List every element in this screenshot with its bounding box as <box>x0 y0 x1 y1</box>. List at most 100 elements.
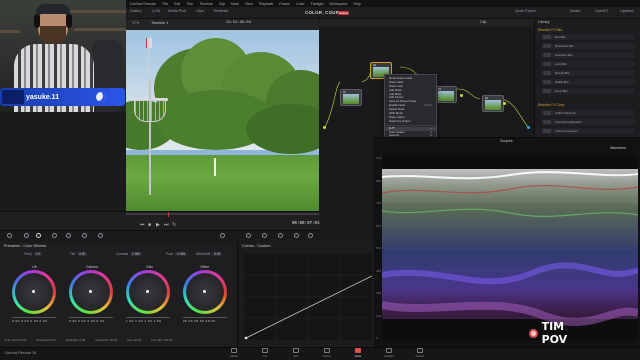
lift-master-slider[interactable] <box>12 317 56 318</box>
library-effect-item[interactable]: Directional Blur <box>541 43 635 49</box>
library-effect-item[interactable]: Color Compressor <box>541 128 635 134</box>
palette-tool-icon[interactable] <box>24 233 29 238</box>
viewer-zoom[interactable]: 37% <box>132 21 139 25</box>
stop-icon[interactable]: ■ <box>148 222 151 228</box>
context-menu-item[interactable]: Node Key Output <box>385 119 436 124</box>
palette-tool-icon[interactable] <box>52 233 57 238</box>
toolbar-timelines[interactable]: Timelines <box>213 9 228 13</box>
page-media[interactable]: Media <box>222 348 246 359</box>
scope-type-dropdown[interactable]: Waveform <box>610 146 626 150</box>
page-edit[interactable]: Edit <box>284 348 308 359</box>
play-icon[interactable]: ▶ <box>156 222 160 228</box>
param-lum-mix[interactable]: Lum Mix 100.00 <box>151 338 172 344</box>
gain-master-slider[interactable] <box>126 317 170 318</box>
library-effect-item[interactable]: ACES Transform <box>541 110 635 116</box>
menu-item[interactable]: Trim <box>186 2 193 6</box>
menu-item[interactable]: Help <box>353 2 360 6</box>
playhead[interactable] <box>168 212 169 217</box>
library-section-blur[interactable]: Resolve FX Blur <box>538 28 563 32</box>
gain-wheel-handle[interactable] <box>146 290 149 293</box>
color-wheels-tool-icon[interactable] <box>36 233 41 238</box>
page-fairlight[interactable]: Fairlight <box>377 348 401 359</box>
offset-wheel-handle[interactable] <box>203 290 206 293</box>
node-04[interactable]: 04 <box>482 95 504 112</box>
toolbar-media-pool[interactable]: Media Pool <box>168 9 186 13</box>
marker-stake <box>214 158 216 176</box>
offset-values: 25.00 25.00 25.00 <box>183 319 216 323</box>
menu-item[interactable]: Fairlight <box>311 2 324 6</box>
node-output-pin[interactable] <box>527 126 530 129</box>
menu-item[interactable]: Clip <box>219 2 225 6</box>
library-effect-item[interactable]: Lens Blur <box>541 61 635 67</box>
param-hue[interactable]: Hue 50.00 <box>127 338 141 344</box>
palette-tool-icon[interactable] <box>7 233 12 238</box>
node-01[interactable]: 01 <box>340 89 362 106</box>
palette-tool-icon[interactable] <box>98 233 103 238</box>
page-color[interactable]: Color <box>346 348 370 359</box>
gamma-master-slider[interactable] <box>69 317 113 318</box>
menu-item[interactable]: Color <box>296 2 305 6</box>
primaries-title: Primaries - Color Wheels <box>4 244 47 248</box>
gamma-wheel-handle[interactable] <box>89 290 92 293</box>
offset-master-slider[interactable] <box>183 317 227 318</box>
tracker-tool-icon[interactable] <box>278 233 283 238</box>
menu-item[interactable]: Mark <box>231 2 239 6</box>
toolbar-clips[interactable]: Clips <box>196 9 204 13</box>
param-shadows[interactable]: Shadows 0.00 <box>36 338 55 344</box>
blur-tool-icon[interactable] <box>294 233 299 238</box>
node-pin[interactable] <box>460 94 463 97</box>
library-effect-item[interactable]: Box Blur <box>541 34 635 40</box>
node-pin[interactable] <box>503 102 506 105</box>
page-deliver[interactable]: Deliver <box>408 348 432 359</box>
page-fusion[interactable]: Fusion <box>315 348 339 359</box>
menu-item[interactable]: View <box>245 2 253 6</box>
disc-golf-pole <box>149 80 151 195</box>
toolbar-gallery[interactable]: Gallery <box>130 9 141 13</box>
param-color-boost[interactable]: Color Boost 0.00 <box>4 338 26 344</box>
param-tint[interactable]: Tint 0.00 <box>70 252 88 256</box>
qualifier-tool-icon[interactable] <box>246 233 251 238</box>
node-clip-dropdown[interactable]: Clip <box>480 20 487 24</box>
param-temp[interactable]: Temp 0.0 <box>24 252 43 256</box>
page-cut[interactable]: Cut <box>253 348 277 359</box>
menu-item[interactable]: File <box>162 2 168 6</box>
library-effect-item[interactable]: Radial Blur <box>541 79 635 85</box>
library-effect-item[interactable]: Mosaic Blur <box>541 70 635 76</box>
palette-tool-icon[interactable] <box>82 233 87 238</box>
quick-export-button[interactable]: Quick Export <box>515 9 536 13</box>
param-contrast[interactable]: Contrast 1.000 <box>116 252 143 256</box>
toolbar-lightbox[interactable]: Lightbox <box>620 9 634 13</box>
toolbar-nodes[interactable]: Nodes <box>570 9 580 13</box>
scrub-bar[interactable] <box>126 213 319 215</box>
loop-icon[interactable]: ↻ <box>172 222 176 228</box>
menu-item[interactable]: Fusion <box>279 2 290 6</box>
palette-tool-icon[interactable] <box>66 233 71 238</box>
library-section-color[interactable]: Resolve FX Color <box>538 103 565 107</box>
menu-item[interactable]: DaVinci Resolve <box>130 2 156 6</box>
key-tool-icon[interactable] <box>308 233 313 238</box>
skip-forward-icon[interactable]: ⏭ <box>164 222 169 228</box>
menu-item[interactable]: Edit <box>174 2 180 6</box>
toolbar-openfx[interactable]: OpenFX <box>595 9 608 13</box>
viewer-image[interactable] <box>126 30 319 211</box>
curves-graph[interactable] <box>244 254 372 340</box>
param-highlights[interactable]: Highlights 0.00 <box>65 338 85 344</box>
menu-item[interactable]: Workspace <box>330 2 348 6</box>
menu-item[interactable]: Playback <box>259 2 274 6</box>
node-03[interactable]: 03 <box>435 86 457 103</box>
scope-scale-label: 256 <box>376 291 382 295</box>
toolbar-luts[interactable]: LUTs <box>152 9 160 13</box>
param-saturation[interactable]: Saturation 50.00 <box>95 338 117 344</box>
menu-item[interactable]: Timeline <box>199 2 212 6</box>
param-mid-detail[interactable]: Mid/Detail 0.00 <box>196 252 223 256</box>
node-input-pin[interactable] <box>323 126 326 129</box>
param-pivot[interactable]: Pivot 0.435 <box>166 252 188 256</box>
library-effect-item[interactable]: Gaussian Blur <box>541 52 635 58</box>
library-effect-item[interactable]: Chromatic Adaptation <box>541 119 635 125</box>
lift-wheel-handle[interactable] <box>32 290 35 293</box>
library-effect-item[interactable]: Zoom Blur <box>541 88 635 94</box>
timeline-name[interactable]: Timeline 1 <box>151 21 168 25</box>
window-tool-icon[interactable] <box>262 233 267 238</box>
skip-back-icon[interactable]: ⏮ <box>140 222 145 228</box>
curves-tool-icon[interactable] <box>220 233 225 238</box>
